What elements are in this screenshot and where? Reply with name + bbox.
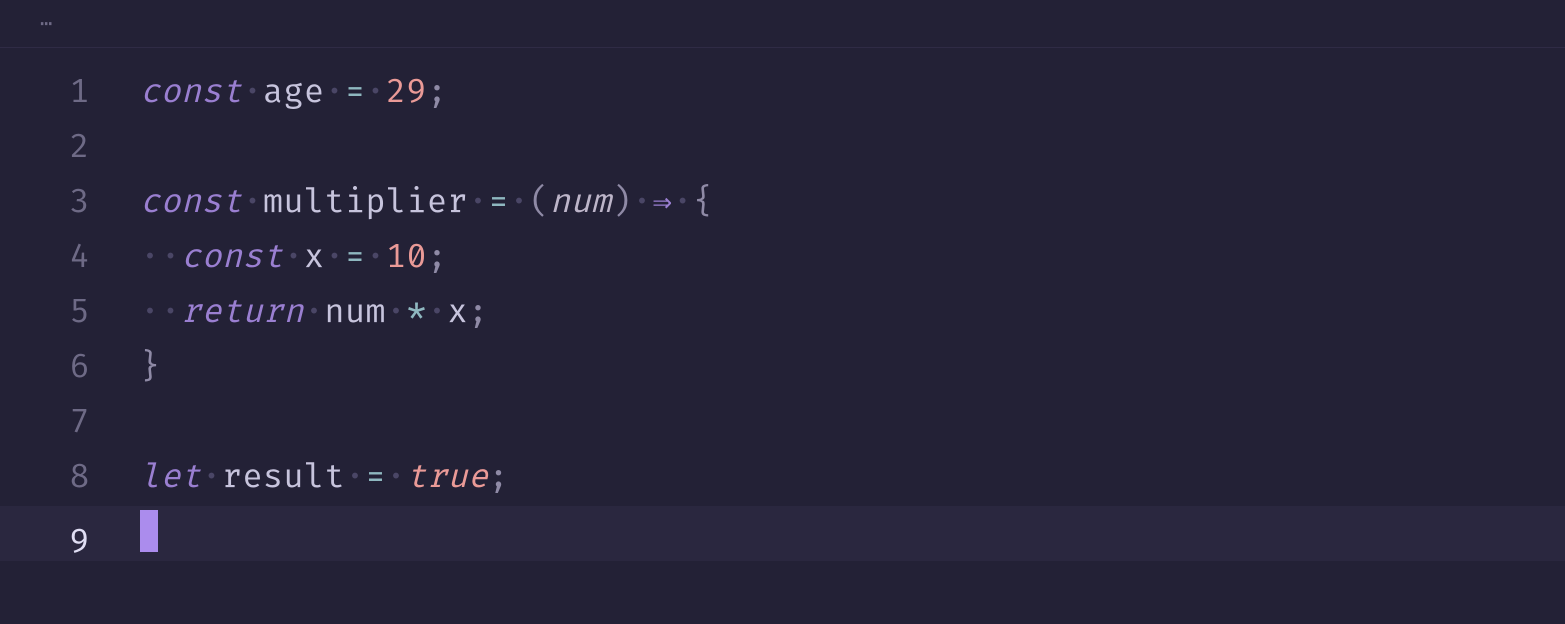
token-ws: ·· [140,231,181,286]
token-ws: · [366,66,387,121]
token-ws: · [325,231,346,286]
token-punc: ; [489,451,510,506]
token-ws: · [304,286,325,341]
code-content[interactable] [140,506,158,552]
token-ws: · [366,231,387,286]
token-paren: ( [530,176,551,231]
line-number: 2 [0,121,140,176]
code-content[interactable]: let·result·=·true; [140,451,509,506]
line-number: 8 [0,451,140,506]
token-ws: · [345,451,366,506]
token-ws: · [386,451,407,506]
token-ws: · [243,66,264,121]
token-ws: · [632,176,653,231]
line-number: 3 [0,176,140,231]
code-editor[interactable]: 1const·age·=·29;23const·multiplier·=·(nu… [0,48,1565,561]
code-line[interactable]: 8let·result·=·true; [0,451,1565,506]
code-line[interactable]: 1const·age·=·29; [0,66,1565,121]
token-number: 10 [386,231,427,286]
code-content[interactable]: ··const·x·=·10; [140,231,448,286]
token-ident: x [304,231,325,286]
line-number: 5 [0,286,140,341]
token-ident: num [325,286,387,341]
token-ws: · [202,451,223,506]
token-punc: ; [468,286,489,341]
line-number: 7 [0,396,140,451]
line-number: 9 [0,516,140,571]
token-ws: · [468,176,489,231]
token-ws: · [386,286,407,341]
token-op: = [345,66,366,121]
code-line[interactable]: 2 [0,121,1565,176]
token-op: = [345,231,366,286]
token-keyword: const [140,66,243,121]
token-ws: ·· [140,286,181,341]
code-content[interactable]: ··return·num·*·x; [140,286,489,341]
token-number: 29 [386,66,427,121]
code-line[interactable]: 9 [0,506,1565,561]
tab-bar[interactable]: ⋯ [0,0,1565,48]
code-line[interactable]: 7 [0,396,1565,451]
code-line[interactable]: 4··const·x·=·10; [0,231,1565,286]
code-content[interactable]: } [140,341,161,396]
token-keyword: return [181,286,304,341]
token-paren: ) [612,176,633,231]
token-bool: true [407,451,489,506]
token-brace: { [693,176,714,231]
token-op: = [366,451,387,506]
token-ws: · [673,176,694,231]
token-ident: result [222,451,345,506]
token-keyword: const [140,176,243,231]
token-ws: · [427,286,448,341]
token-ws: · [243,176,264,231]
line-number: 6 [0,341,140,396]
token-punc: ; [427,66,448,121]
code-line[interactable]: 5··return·num·*·x; [0,286,1565,341]
token-star: * [407,286,428,341]
token-fnname: multiplier [263,176,468,231]
code-content[interactable]: const·age·=·29; [140,66,448,121]
code-line[interactable]: 3const·multiplier·=·(num)·⇒·{ [0,176,1565,231]
code-content[interactable]: const·multiplier·=·(num)·⇒·{ [140,176,714,231]
token-keyword: const [181,231,284,286]
token-ident: x [448,286,469,341]
token-ident: age [263,66,325,121]
token-ws: · [325,66,346,121]
token-punc: ; [427,231,448,286]
code-line[interactable]: 6} [0,341,1565,396]
token-keyword: let [140,451,202,506]
token-arrow: ⇒ [653,176,673,231]
token-param: num [550,176,612,231]
token-brace: } [140,341,161,396]
line-number: 4 [0,231,140,286]
line-number: 1 [0,66,140,121]
token-ws: · [284,231,305,286]
tab-overflow-icon[interactable]: ⋯ [40,11,54,37]
text-cursor [140,510,158,552]
token-op: = [489,176,510,231]
token-ws: · [509,176,530,231]
